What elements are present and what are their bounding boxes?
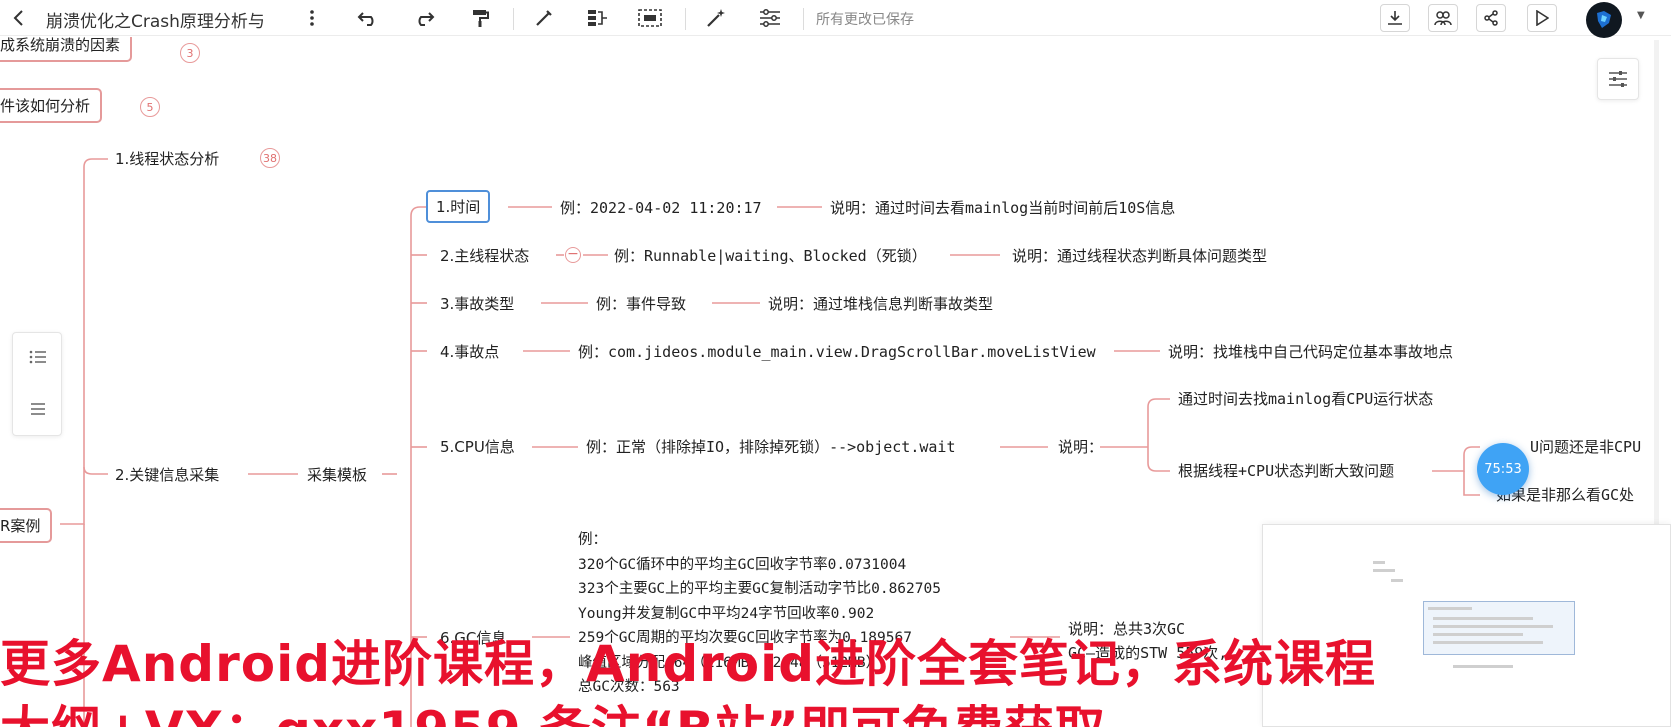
collapse-toggle[interactable]: − — [565, 247, 581, 263]
node-thread-state-example[interactable]: 例：Runnable|waiting、Blocked（死锁） — [614, 245, 927, 266]
node-cpu-sub-1[interactable]: U问题还是非CPU — [1530, 436, 1641, 457]
sliders-icon[interactable] — [1597, 58, 1639, 100]
pen-icon[interactable] — [530, 4, 558, 32]
minimap-line — [1433, 641, 1543, 644]
minimap-line — [1433, 625, 1553, 628]
download-icon[interactable] — [1380, 4, 1410, 32]
node-main-thread-state[interactable]: 2.主线程状态 — [440, 245, 529, 266]
minimap-line — [1453, 665, 1513, 668]
save-status: 所有更改已保存 — [816, 12, 914, 28]
chevron-down-icon[interactable]: ▼ — [1637, 10, 1645, 21]
toolbar-divider — [803, 8, 804, 30]
node-cpu-note-2[interactable]: 根据线程+CPU状态判断大致问题 — [1178, 460, 1394, 481]
node-cpu-note[interactable]: 说明： — [1058, 436, 1103, 457]
redo-icon[interactable] — [410, 4, 438, 32]
node-time[interactable]: 1.时间 — [426, 190, 491, 223]
avatar[interactable] — [1586, 2, 1622, 38]
play-icon[interactable] — [1527, 4, 1557, 32]
undo-icon[interactable] — [354, 4, 382, 32]
magic-icon[interactable] — [702, 4, 730, 32]
node-incident-type-example[interactable]: 例：事件导致 — [596, 293, 686, 314]
node-collection-template[interactable]: 采集模板 — [307, 464, 367, 485]
minimap-line — [1433, 617, 1533, 620]
node-crash-factors[interactable]: 成系统崩溃的因素 — [0, 37, 133, 62]
node-root-case[interactable]: R案例 — [0, 508, 53, 543]
child-count-badge[interactable]: 3 — [180, 43, 200, 63]
format-painter-icon[interactable] — [466, 4, 494, 32]
menu-icon[interactable] — [26, 397, 50, 421]
document-title[interactable]: 崩溃优化之Crash原理分析与 — [46, 7, 286, 32]
node-incident-point-note[interactable]: 说明：找堆栈中自己代码定位基本事故地点 — [1168, 341, 1453, 362]
node-time-note[interactable]: 说明：通过时间去看mainlog当前时间前后10S信息 — [830, 197, 1175, 218]
node-time-example[interactable]: 例：2022-04-02 11:20:17 — [560, 197, 762, 218]
outline-box-icon[interactable] — [636, 4, 664, 32]
toolbar: 崩溃优化之Crash原理分析与 所有更改已保存 ▼ — [0, 0, 1671, 38]
promo-watermark-line-2: 大纲+VX：gxx1959 备注“B站”即可免费获取 — [0, 690, 1106, 727]
structure-icon[interactable] — [584, 4, 612, 32]
node-how-to-analyze[interactable]: 件该如何分析 — [0, 88, 103, 123]
minimap-line — [1391, 579, 1403, 582]
more-icon[interactable] — [298, 4, 326, 32]
minimap-line — [1373, 561, 1385, 564]
layout-icon[interactable] — [756, 4, 784, 32]
toolbar-divider — [685, 8, 686, 30]
minimap-line — [1373, 569, 1395, 572]
child-count-badge[interactable]: 38 — [260, 148, 280, 168]
collaborate-icon[interactable] — [1428, 4, 1458, 32]
share-icon[interactable] — [1476, 4, 1506, 32]
back-icon[interactable] — [4, 4, 32, 32]
node-incident-type[interactable]: 3.事故类型 — [440, 293, 514, 314]
node-thread-state-note[interactable]: 说明：通过线程状态判断具体问题类型 — [1012, 245, 1267, 266]
child-count-badge[interactable]: 5 — [140, 97, 160, 117]
node-thread-state-analysis[interactable]: 1.线程状态分析 — [115, 148, 219, 169]
node-cpu-note-1[interactable]: 通过时间去找mainlog看CPU运行状态 — [1178, 388, 1433, 409]
timer-bubble[interactable]: 75:53 — [1477, 443, 1529, 495]
node-incident-point[interactable]: 4.事故点 — [440, 341, 499, 362]
node-incident-type-note[interactable]: 说明：通过堆栈信息判断事故类型 — [768, 293, 993, 314]
promo-watermark-line-1: 更多Android进阶课程，Android进阶全套笔记，系统课程 — [0, 635, 1377, 693]
node-cpu-example[interactable]: 例：正常（排除掉IO，排除掉死锁）-->object.wait — [586, 436, 956, 457]
node-key-info-collection[interactable]: 2.关键信息采集 — [115, 464, 219, 485]
toolbar-divider — [513, 8, 514, 30]
left-tool-panel — [12, 332, 62, 436]
outline-list-icon[interactable] — [26, 345, 50, 369]
node-cpu-info[interactable]: 5.CPU信息 — [440, 436, 515, 457]
minimap-line — [1433, 633, 1523, 636]
minimap-line — [1428, 607, 1472, 610]
node-incident-point-example[interactable]: 例：com.jideos.module_main.view.DragScroll… — [578, 341, 1096, 362]
